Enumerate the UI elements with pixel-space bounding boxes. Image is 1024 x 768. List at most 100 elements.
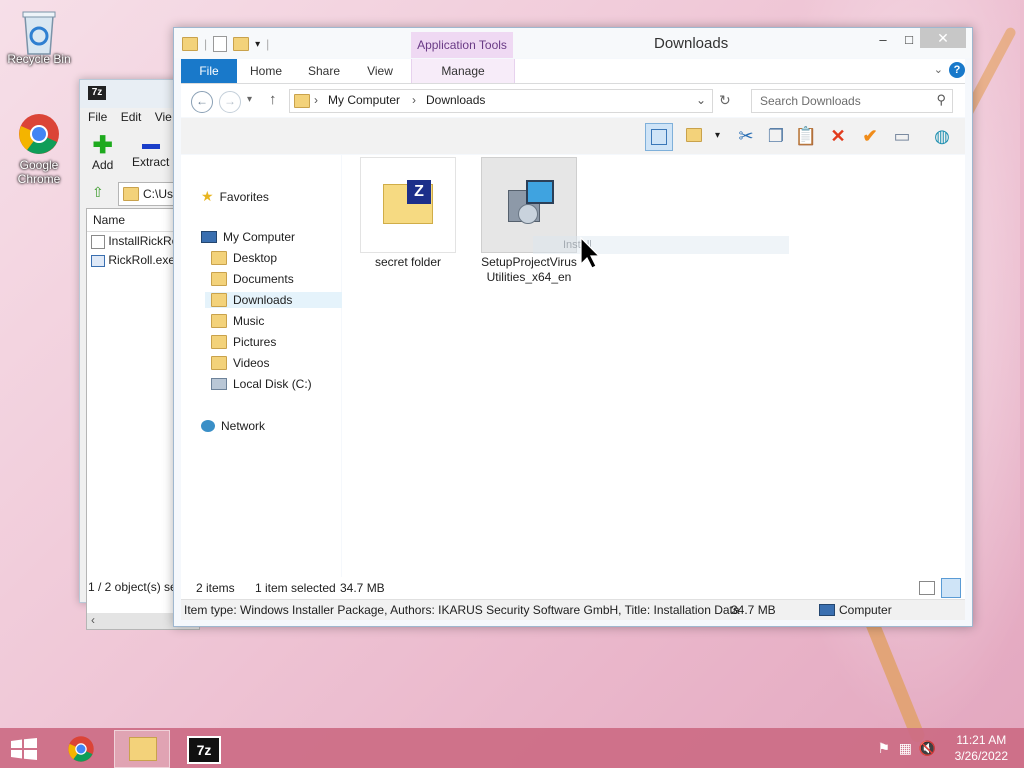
application-tools-group: Application Tools — [411, 32, 513, 58]
tab-view[interactable]: View — [357, 59, 403, 83]
help-icon[interactable]: ? — [949, 62, 965, 78]
clock-date: 3/26/2022 — [954, 749, 1008, 763]
forward-button[interactable]: → — [219, 91, 241, 113]
custom-toolbar: ▾ ✂ ❐ 📋 ✕ ✔ ▭ ◍ — [181, 118, 965, 154]
nav-videos[interactable]: Videos — [211, 356, 269, 370]
network-icon — [201, 420, 215, 432]
breadcrumb-downloads[interactable]: Downloads — [426, 93, 485, 107]
paste-icon[interactable]: 📋 — [793, 123, 819, 149]
drag-preview: Install — [533, 236, 789, 254]
taskbar-file-explorer[interactable] — [114, 730, 170, 768]
recent-locations-icon[interactable]: ▾ — [247, 94, 252, 105]
globe-icon[interactable]: ◍ — [929, 123, 955, 149]
explorer-window: | ▾ | Application Tools Downloads – □ ✕ … — [173, 27, 973, 627]
preview-pane-icon[interactable] — [645, 123, 673, 151]
downloads-folder-icon — [294, 94, 310, 108]
nav-favorites[interactable]: ★ Favorites — [201, 188, 269, 205]
taskbar-7zip[interactable]: 7z — [175, 730, 229, 766]
new-folder-icon[interactable] — [233, 37, 250, 51]
explorer-titlebar[interactable]: | ▾ | Application Tools Downloads – □ ✕ — [174, 28, 972, 58]
nav-local-disk[interactable]: Local Disk (C:) — [211, 377, 312, 391]
windows-logo-icon — [11, 738, 37, 760]
zipped-folder-icon: Z — [360, 157, 456, 253]
details-size: 34.7 MB — [731, 603, 776, 617]
star-icon: ★ — [201, 188, 214, 204]
clock[interactable]: 11:21 AM 3/26/2022 — [955, 732, 1008, 764]
sevenzip-menu: File Edit Vie — [88, 110, 182, 124]
chevron-right-icon[interactable]: › — [314, 93, 318, 107]
details-view-icon[interactable] — [919, 581, 935, 595]
sevenzip-file-name: RickRoll.exe — [108, 253, 176, 267]
folder-options-dropdown-icon[interactable]: ▾ — [715, 130, 720, 141]
volume-muted-icon[interactable]: 🔇 — [919, 740, 936, 757]
desktop-icon-recycle-bin[interactable]: Recycle Bin — [4, 6, 74, 66]
action-center-flag-icon[interactable]: ⚑ — [877, 740, 890, 757]
properties-icon[interactable] — [213, 36, 228, 52]
details-location: Computer — [839, 603, 892, 617]
folder-icon — [211, 272, 227, 286]
network-tray-icon[interactable]: ▦ — [899, 740, 912, 757]
search-icon[interactable]: ⚲ — [936, 92, 946, 108]
back-button[interactable]: ← — [191, 91, 213, 113]
taskbar-chrome[interactable] — [55, 730, 109, 766]
up-arrow-icon[interactable]: ↑ — [269, 91, 277, 108]
large-icons-view-icon[interactable] — [941, 578, 961, 598]
sevenzip-extract-label: Extract — [132, 155, 170, 169]
nav-downloads[interactable]: Downloads — [205, 292, 347, 308]
file-item-setup-installer[interactable]: SetupProjectVirus Utilities_x64_en Insta… — [477, 157, 789, 285]
copy-icon[interactable]: ❐ — [763, 123, 789, 149]
nav-label: Videos — [233, 356, 270, 370]
file-item-secret-folder[interactable]: Z secret folder — [359, 157, 457, 269]
close-button[interactable]: ✕ — [920, 28, 966, 48]
file-name: SetupProjectVirus Utilities_x64_en — [481, 255, 577, 284]
refresh-icon[interactable]: ↻ — [719, 92, 731, 109]
tab-home[interactable]: Home — [243, 59, 289, 83]
checkmark-icon[interactable]: ✔ — [857, 123, 883, 149]
scroll-left-icon[interactable]: ‹ — [91, 613, 95, 627]
nav-my-computer[interactable]: My Computer — [201, 230, 295, 244]
address-dropdown-icon[interactable]: ⌄ — [696, 93, 706, 107]
sevenzip-add-button[interactable]: ✚ Add — [92, 134, 113, 173]
chevron-right-icon[interactable]: › — [412, 93, 416, 107]
maximize-button[interactable]: □ — [896, 30, 922, 50]
up-folder-icon[interactable]: ⇧ — [92, 184, 104, 201]
tab-manage[interactable]: Manage — [411, 59, 515, 83]
nav-documents[interactable]: Documents — [211, 272, 294, 286]
computer-icon — [201, 231, 217, 243]
nav-label: Downloads — [233, 293, 293, 307]
cut-icon[interactable]: ✂ — [733, 123, 759, 149]
nav-desktop[interactable]: Desktop — [211, 251, 277, 265]
customize-dropdown-icon[interactable]: ▾ — [255, 39, 260, 50]
minimize-button[interactable]: – — [870, 30, 896, 50]
minus-icon — [141, 144, 160, 149]
chrome-icon — [17, 112, 61, 156]
desktop-icon-google-chrome[interactable]: Google Chrome — [4, 112, 74, 186]
expand-ribbon-icon[interactable]: ⌄ — [934, 63, 943, 76]
tab-file[interactable]: File — [181, 59, 237, 83]
nav-pictures[interactable]: Pictures — [211, 335, 276, 349]
computer-icon — [819, 604, 835, 616]
breadcrumb-my-computer[interactable]: My Computer — [328, 93, 400, 107]
window-title: Downloads — [654, 35, 729, 52]
folder-options-icon[interactable] — [681, 123, 707, 149]
nav-label: Desktop — [233, 251, 278, 265]
sevenzip-menu-view[interactable]: Vie — [155, 110, 172, 124]
sevenzip-menu-file[interactable]: File — [88, 110, 107, 124]
delete-icon[interactable]: ✕ — [825, 123, 851, 149]
address-input[interactable]: › My Computer › Downloads ⌄ — [289, 89, 713, 113]
start-button[interactable] — [10, 738, 38, 763]
sevenzip-app-icon: 7z — [88, 86, 106, 100]
nav-label: Documents — [233, 272, 294, 286]
search-input[interactable]: Search Downloads ⚲ — [751, 89, 953, 113]
nav-music[interactable]: Music — [211, 314, 264, 328]
folder-icon — [211, 356, 227, 370]
separator: | — [266, 37, 270, 51]
taskbar: 7z ⚑ ▦ 🔇 11:21 AM 3/26/2022 — [0, 728, 1024, 768]
sevenzip-extract-button[interactable]: Extract — [132, 134, 169, 169]
tab-share[interactable]: Share — [301, 59, 347, 83]
nav-label: Favorites — [219, 189, 269, 204]
nav-network[interactable]: Network — [201, 419, 265, 433]
sevenzip-menu-edit[interactable]: Edit — [121, 110, 142, 124]
rename-icon[interactable]: ▭ — [889, 123, 915, 149]
sevenzip-file-name: InstallRickRo — [108, 234, 179, 248]
